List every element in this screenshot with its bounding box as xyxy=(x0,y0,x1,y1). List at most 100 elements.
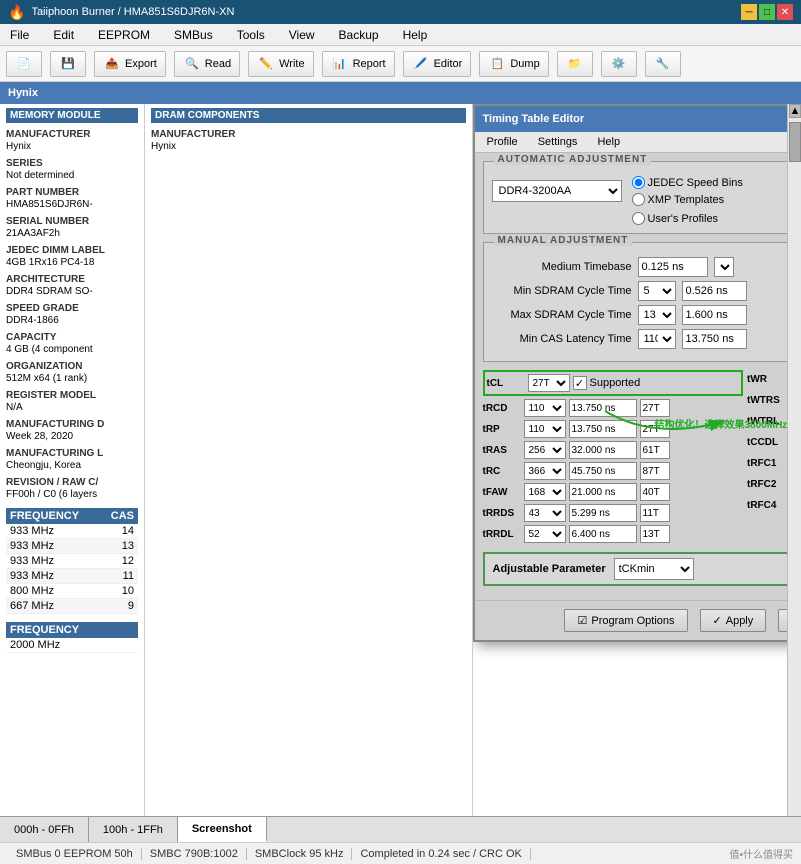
trrdl-ns: 6.400 ns xyxy=(569,525,637,543)
write-label: Write xyxy=(279,58,304,70)
program-options-button[interactable]: ☑ Program Options xyxy=(564,609,687,632)
cas-val: 14 xyxy=(122,525,134,537)
trp-ns: 13.750 ns xyxy=(569,420,637,438)
app-icon: 🔥 xyxy=(8,4,25,21)
trfc2-row: tRFC2 2080 260.000 ns 495T xyxy=(747,475,787,493)
title-bar-controls: ─ □ ✕ xyxy=(741,4,793,20)
dialog-menu-profile[interactable]: Profile xyxy=(483,134,522,150)
supported-check[interactable]: ✓ xyxy=(573,376,587,390)
freq-val: 800 MHz xyxy=(10,585,54,597)
tfaw-row: tFAW 168 21.000 ns 40T xyxy=(483,483,744,501)
read-label: Read xyxy=(205,58,231,70)
trcd-t: 27T xyxy=(640,399,670,417)
table-row: 933 MHz11 xyxy=(6,569,138,584)
extra-btn3[interactable]: 🔧 xyxy=(645,51,681,77)
freq-val: 667 MHz xyxy=(10,600,54,612)
radio-xmp-input[interactable] xyxy=(632,193,645,206)
radio-jedec-input[interactable] xyxy=(632,176,645,189)
jedec-label: JEDEC DIMM LABEL xyxy=(6,245,138,256)
dump-button[interactable]: 📋 Dump xyxy=(479,51,548,77)
tras-row: tRAS 256 32.000 ns 61T xyxy=(483,441,744,459)
adj-param-label: Adjustable Parameter xyxy=(493,563,606,575)
min-cas-ns: 13.750 ns xyxy=(682,329,747,349)
org-label: ORGANIZATION xyxy=(6,361,138,372)
close-button[interactable]: ✕ xyxy=(777,4,793,20)
min-sdram-label: Min SDRAM Cycle Time xyxy=(492,285,632,297)
arch-value: DDR4 SDRAM SO- xyxy=(6,286,138,297)
read-icon: 🔍 xyxy=(183,55,201,73)
radio-jedec-label: JEDEC Speed Bins xyxy=(648,177,743,189)
editor-label: Editor xyxy=(434,58,463,70)
table-row: 933 MHz14 xyxy=(6,524,138,539)
menu-smbus[interactable]: SMBus xyxy=(168,26,219,44)
extra-btn2[interactable]: ⚙️ xyxy=(601,51,637,77)
read-button[interactable]: 🔍 Read xyxy=(174,51,240,77)
trfc1-label: tRFC1 xyxy=(747,458,785,469)
trrdl-row: tRRDL 52 6.400 ns 13T xyxy=(483,525,744,543)
tras-select[interactable]: 256 xyxy=(524,441,566,459)
report-label: Report xyxy=(353,58,386,70)
twtrs-row: tWTRS 20 2.500 ns 5T xyxy=(747,391,787,409)
minimize-button[interactable]: ─ xyxy=(741,4,757,20)
apply-button[interactable]: ✓ Apply xyxy=(700,609,767,632)
new-button[interactable]: 📄 xyxy=(6,51,42,77)
smbus-info: SMBus 0 EEPROM 50h xyxy=(8,848,142,860)
profile-select[interactable]: DDR4-3200AA xyxy=(492,180,622,202)
mfg-loc-value: Cheongju, Korea xyxy=(6,460,138,471)
maximize-button[interactable]: □ xyxy=(759,4,775,20)
min-sdram-select[interactable]: 5 xyxy=(638,281,676,301)
trp-select[interactable]: 110 xyxy=(524,420,566,438)
app-wrapper: 🔥 Taiiphoon Burner / HMA851S6DJR6N-XN ─ … xyxy=(0,0,801,864)
trrds-select[interactable]: 43 xyxy=(524,504,566,522)
org-value: 512M x64 (1 rank) xyxy=(6,373,138,384)
scroll-up-arrow[interactable]: ▲ xyxy=(789,104,801,118)
radio-user-input[interactable] xyxy=(632,212,645,225)
menu-edit[interactable]: Edit xyxy=(47,26,80,44)
write-icon: ✏️ xyxy=(257,55,275,73)
menu-file[interactable]: File xyxy=(4,26,35,44)
dialog-body: AUTOMATIC ADJUSTMENT DDR4-3200AA JEDEC S… xyxy=(475,153,788,600)
max-sdram-select[interactable]: 13 xyxy=(638,305,676,325)
revert-button[interactable]: ↑ Revert xyxy=(778,609,787,632)
menu-help[interactable]: Help xyxy=(397,26,434,44)
title-bar-left: 🔥 Taiiphoon Burner / HMA851S6DJR6N-XN xyxy=(8,4,234,21)
tcl-select[interactable]: 27T xyxy=(528,374,570,392)
scrollbar-thumb[interactable] xyxy=(789,122,801,162)
menu-eeprom[interactable]: EEPROM xyxy=(92,26,156,44)
menu-view[interactable]: View xyxy=(283,26,321,44)
dialog-menu-settings[interactable]: Settings xyxy=(534,134,582,150)
medium-timebase-select[interactable]: ▼ xyxy=(714,257,734,277)
tab-0[interactable]: 000h - 0FFh xyxy=(0,817,89,842)
report-button[interactable]: 📊 Report xyxy=(322,51,395,77)
trcd-select[interactable]: 110 xyxy=(524,399,566,417)
table-row: 667 MHz9 xyxy=(6,599,138,614)
table-row: 2000 MHz xyxy=(6,638,138,653)
cas-col-header: CAS xyxy=(111,510,134,522)
tab-screenshot[interactable]: Screenshot xyxy=(178,817,267,842)
export-button[interactable]: 📤 Export xyxy=(94,51,166,77)
trrdl-select[interactable]: 52 xyxy=(524,525,566,543)
trc-select[interactable]: 366 xyxy=(524,462,566,480)
dialog-menu-help[interactable]: Help xyxy=(593,134,624,150)
radio-group: JEDEC Speed Bins XMP Templates xyxy=(632,176,743,206)
bottom-tabs: 000h - 0FFh 100h - 1FFh Screenshot xyxy=(0,816,801,842)
tab-1[interactable]: 100h - 1FFh xyxy=(89,817,178,842)
supported-text: Supported xyxy=(590,377,641,389)
save-button[interactable]: 💾 xyxy=(50,51,86,77)
editor-button[interactable]: 🖊️ Editor xyxy=(403,51,472,77)
adjustable-param-row: Adjustable Parameter tCKmin Fine Correct… xyxy=(483,552,788,586)
export-icon: 📤 xyxy=(103,55,121,73)
menu-tools[interactable]: Tools xyxy=(231,26,271,44)
trrds-t: 11T xyxy=(640,504,670,522)
right-scrollbar[interactable]: ▲ xyxy=(787,104,801,816)
adj-param-select[interactable]: tCKmin xyxy=(614,558,694,580)
cas-val: 10 xyxy=(122,585,134,597)
extra-btn1[interactable]: 📁 xyxy=(557,51,593,77)
menu-backup[interactable]: Backup xyxy=(333,26,385,44)
report-icon: 📊 xyxy=(331,55,349,73)
freq-val2: 2000 MHz xyxy=(10,639,60,651)
tfaw-select[interactable]: 168 xyxy=(524,483,566,501)
min-cas-select[interactable]: 110 xyxy=(638,329,676,349)
write-button[interactable]: ✏️ Write xyxy=(248,51,313,77)
dump-icon: 📋 xyxy=(488,55,506,73)
